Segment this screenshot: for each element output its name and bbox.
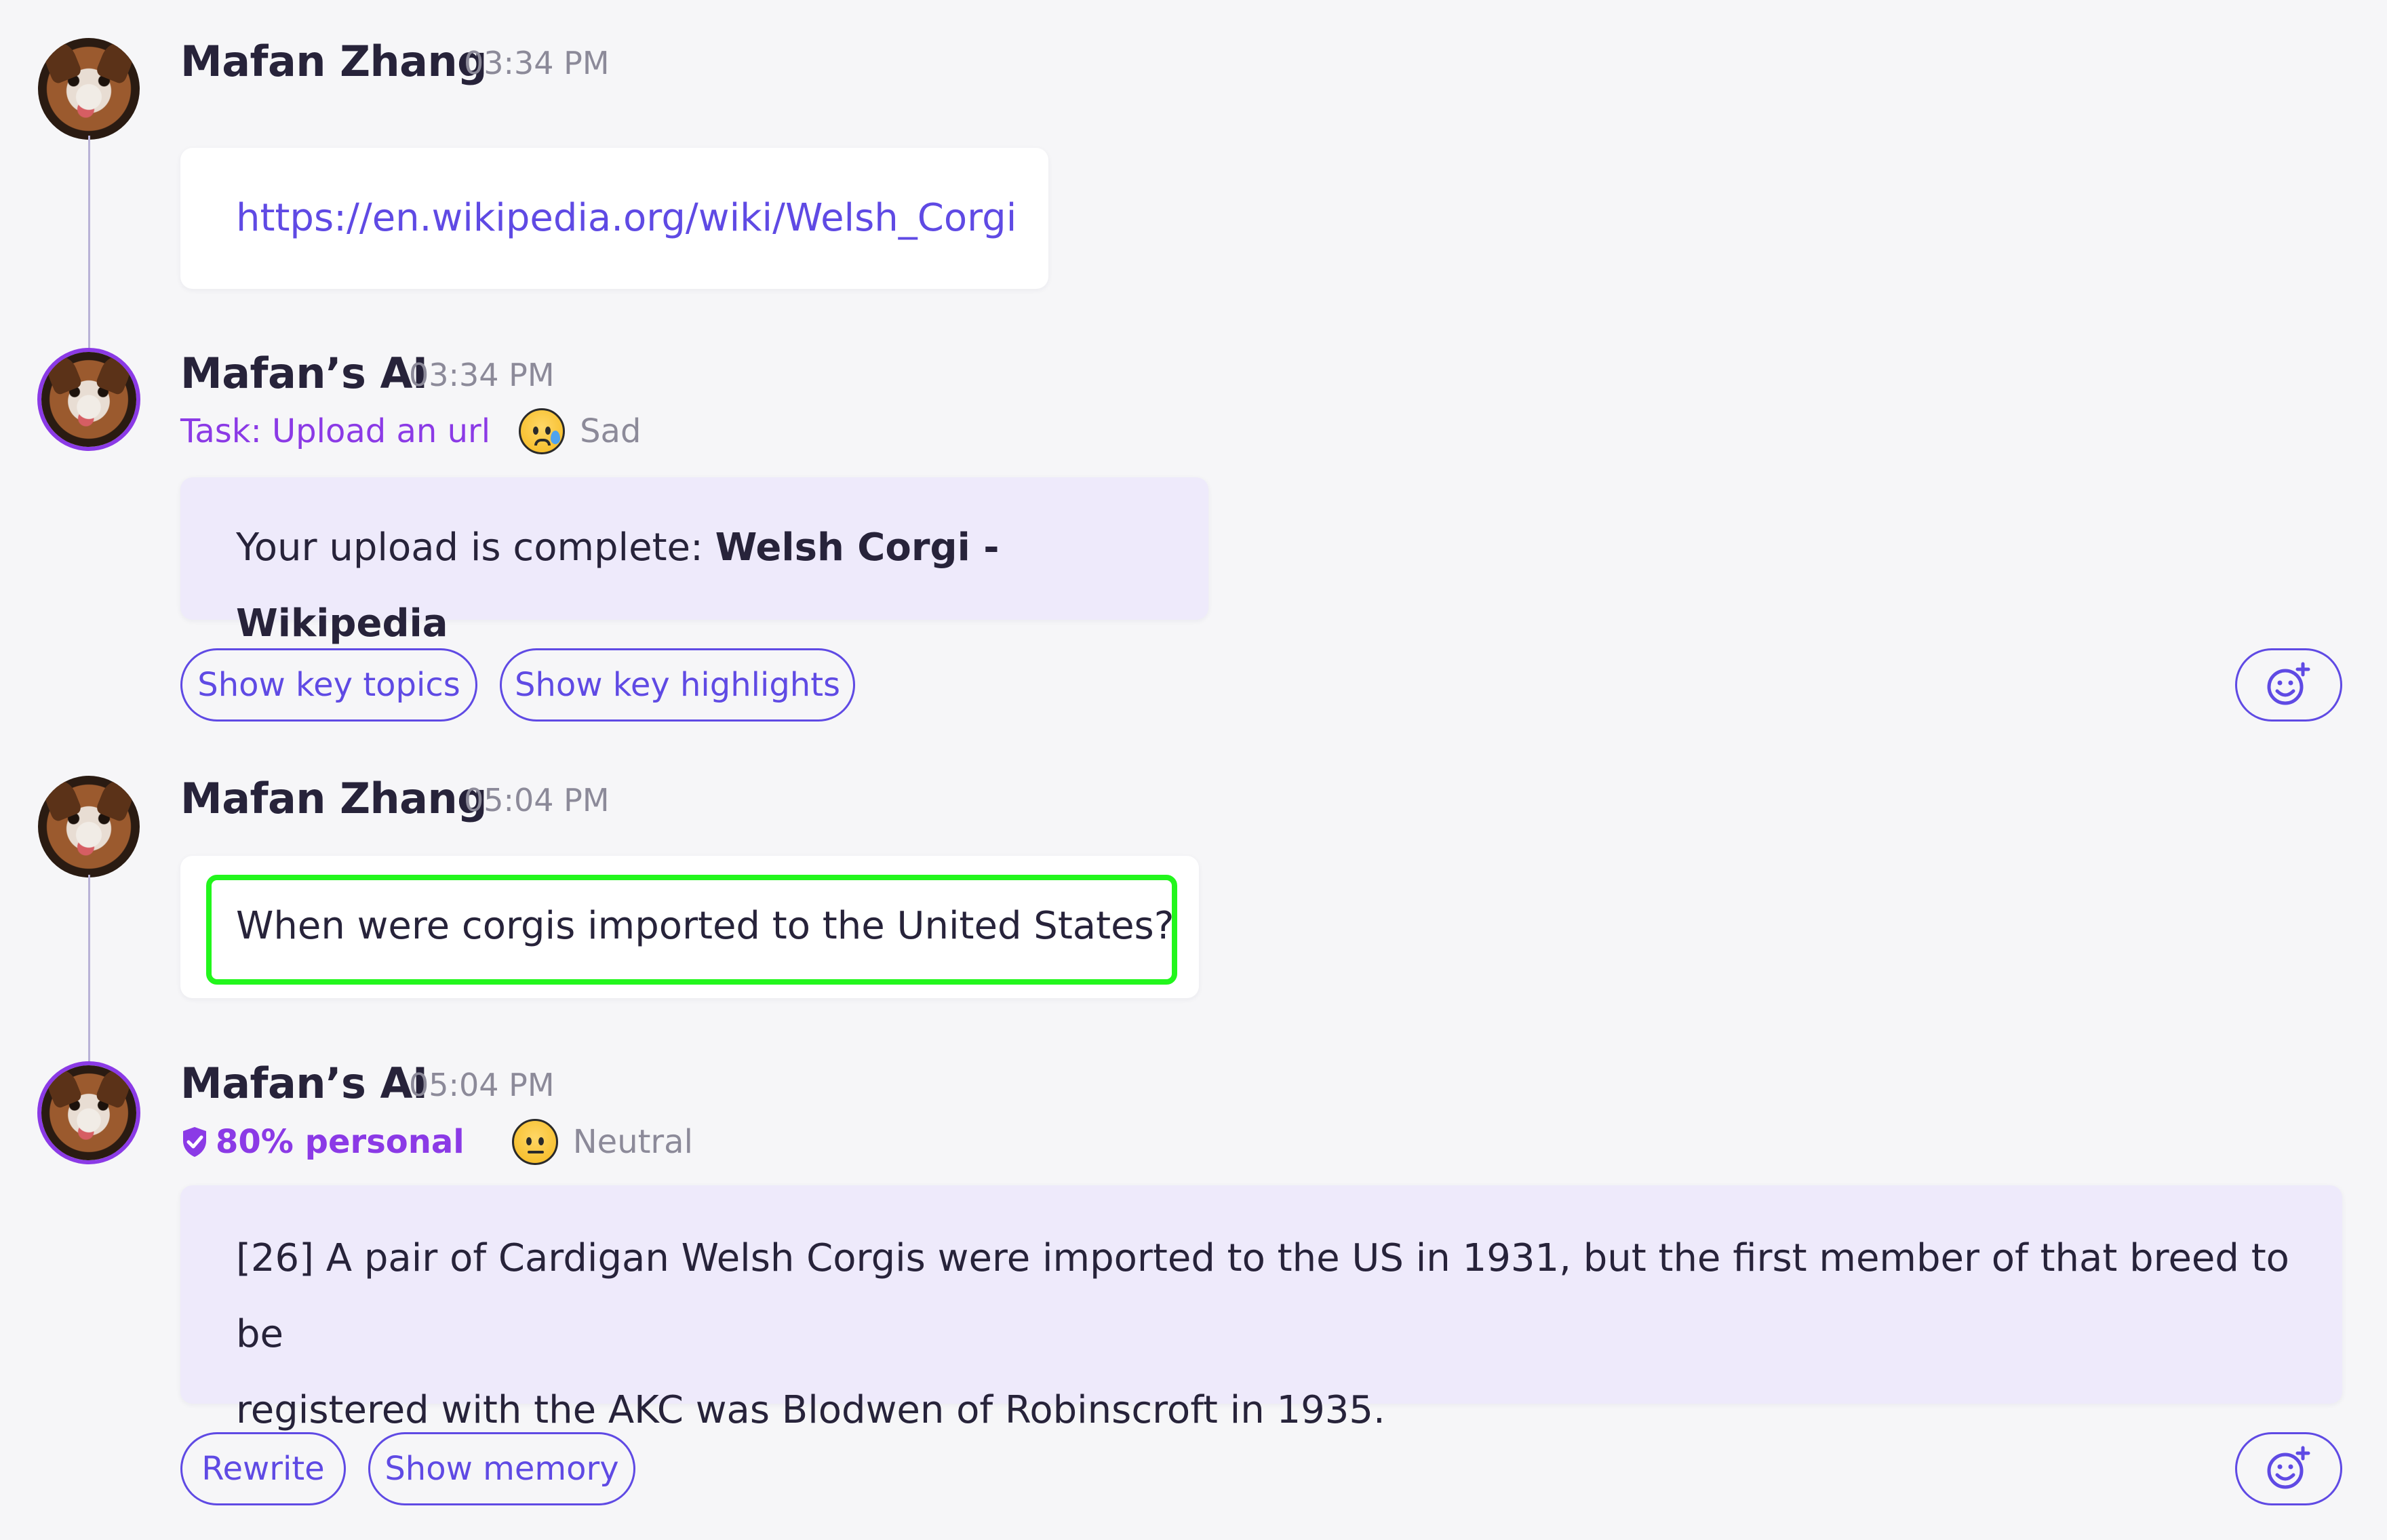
rewrite-button[interactable]: Rewrite [180, 1432, 346, 1505]
message-meta: 80% personal Neutral [180, 1118, 693, 1166]
smiley-plus-icon [2267, 662, 2310, 705]
thread-connector [88, 136, 90, 359]
message-bubble: When were corgis imported to the United … [180, 856, 1199, 998]
message-bubble: Your upload is complete: Welsh Corgi - W… [180, 477, 1208, 646]
message-meta: Task: Upload an url Sad [180, 407, 641, 456]
message-text: Your upload is complete: [236, 526, 715, 570]
thread-connector [88, 875, 90, 1063]
user-avatar[interactable] [38, 38, 140, 140]
sad-tear-emoji-icon [519, 408, 566, 454]
add-reaction-button[interactable] [2235, 648, 2342, 722]
chat-thread: Mafan Zhang 03:34 PM https://en.wikipedi… [0, 0, 2387, 1540]
user-avatar[interactable] [38, 776, 140, 877]
message-bubble: https://en.wikipedia.org/wiki/Welsh_Corg… [180, 148, 1048, 289]
mood-label: Sad [580, 412, 642, 450]
personal-score-label: 80% personal [216, 1123, 465, 1161]
message-text-line: [26] A pair of Cardigan Welsh Corgis wer… [236, 1236, 2289, 1356]
smiley-plus-icon [2267, 1446, 2310, 1489]
neutral-face-emoji-icon [511, 1119, 558, 1165]
message-timestamp: 05:04 PM [409, 1067, 555, 1103]
message-bubble: [26] A pair of Cardigan Welsh Corgis wer… [180, 1185, 2342, 1432]
message-timestamp: 03:34 PM [409, 357, 555, 393]
show-key-highlights-button[interactable]: Show key highlights [500, 648, 855, 722]
ai-avatar[interactable] [37, 1061, 140, 1164]
mood-label: Neutral [572, 1123, 693, 1161]
url-link[interactable]: https://en.wikipedia.org/wiki/Welsh_Corg… [236, 196, 1017, 240]
show-key-topics-button[interactable]: Show key topics [180, 648, 477, 722]
sender-name: Mafan Zhang [180, 37, 488, 86]
task-label: Task: Upload an url [180, 412, 491, 450]
message-text: When were corgis imported to the United … [236, 904, 1175, 948]
message-timestamp: 03:34 PM [464, 45, 610, 81]
sender-name: Mafan’s AI [180, 349, 428, 398]
add-reaction-button[interactable] [2235, 1432, 2342, 1505]
message-timestamp: 05:04 PM [464, 782, 610, 818]
sender-name: Mafan’s AI [180, 1059, 428, 1108]
show-memory-button[interactable]: Show memory [368, 1432, 635, 1505]
ai-avatar[interactable] [37, 348, 140, 451]
verified-shield-icon [183, 1127, 206, 1157]
sender-name: Mafan Zhang [180, 774, 488, 823]
personal-score: 80% personal [180, 1123, 465, 1161]
